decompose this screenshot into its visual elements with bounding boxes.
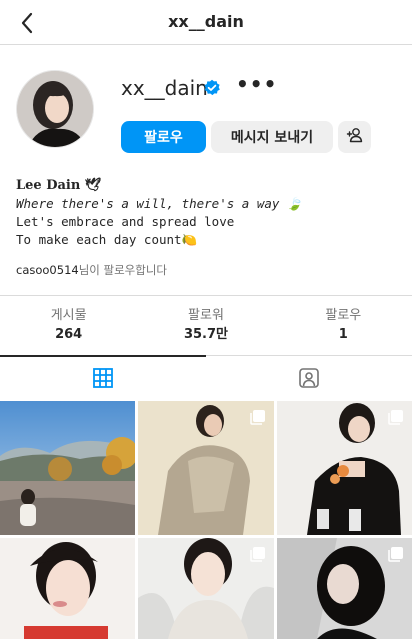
post-thumbnail[interactable] (138, 401, 274, 535)
reel-icon (388, 546, 404, 562)
grid-icon (91, 368, 115, 394)
stat-following[interactable]: 팔로우 1 (275, 296, 412, 355)
message-button[interactable]: 메시지 보내기 (211, 121, 333, 153)
tagged-user-icon (297, 368, 321, 394)
post-thumbnail[interactable] (0, 538, 135, 639)
followed-by-text[interactable]: casoo0514님이 팔로우합니다 (16, 262, 167, 278)
profile-bio: Lee Dain 🕊 Where there's a will, there's… (16, 177, 396, 249)
avatar[interactable] (16, 70, 94, 148)
stat-value: 35.7만 (183, 327, 229, 342)
profile-tabs (0, 355, 412, 399)
bio-name: Lee Dain 🕊 (16, 178, 102, 193)
stat-followers[interactable]: 팔로워 35.7만 (137, 296, 274, 355)
add-user-button[interactable] (338, 121, 371, 153)
followed-by-suffix: 님이 팔로우합니다 (78, 263, 167, 277)
bio-line: Where there's a will, there's a way 🍃 (16, 196, 303, 211)
post-thumbnail[interactable] (277, 538, 412, 639)
bio-line: To make each day count🍋 (16, 232, 198, 247)
multi-photo-icon (250, 546, 266, 562)
follow-button[interactable]: 팔로우 (121, 121, 206, 153)
multi-photo-icon (250, 409, 266, 425)
post-thumbnail[interactable] (277, 401, 412, 535)
stat-label: 게시물 (50, 308, 87, 323)
followed-by-user[interactable]: casoo0514 (16, 263, 79, 277)
tab-tagged[interactable] (297, 366, 321, 390)
post-thumbnail[interactable] (0, 401, 135, 535)
top-bar: xx__dain (0, 0, 412, 45)
stat-value: 264 (55, 327, 83, 342)
stat-value: 1 (338, 327, 348, 342)
stat-label: 팔로우 (325, 308, 362, 323)
stat-label: 팔로워 (188, 308, 224, 323)
tab-posts-grid[interactable] (91, 366, 115, 390)
more-horizontal-icon[interactable]: ••• (236, 74, 276, 98)
add-user-icon (346, 126, 364, 148)
profile-username: xx__dain (121, 76, 208, 100)
page-title: xx__dain (168, 12, 244, 31)
profile-stats: 게시물 264 팔로워 35.7만 팔로우 1 (0, 295, 412, 355)
bio-line: Let's embrace and spread love (16, 214, 235, 229)
post-thumbnail[interactable] (138, 538, 274, 639)
verified-badge-icon (203, 79, 221, 97)
active-tab-indicator (0, 355, 206, 357)
multi-photo-icon (388, 409, 404, 425)
stat-posts[interactable]: 게시물 264 (0, 296, 137, 355)
